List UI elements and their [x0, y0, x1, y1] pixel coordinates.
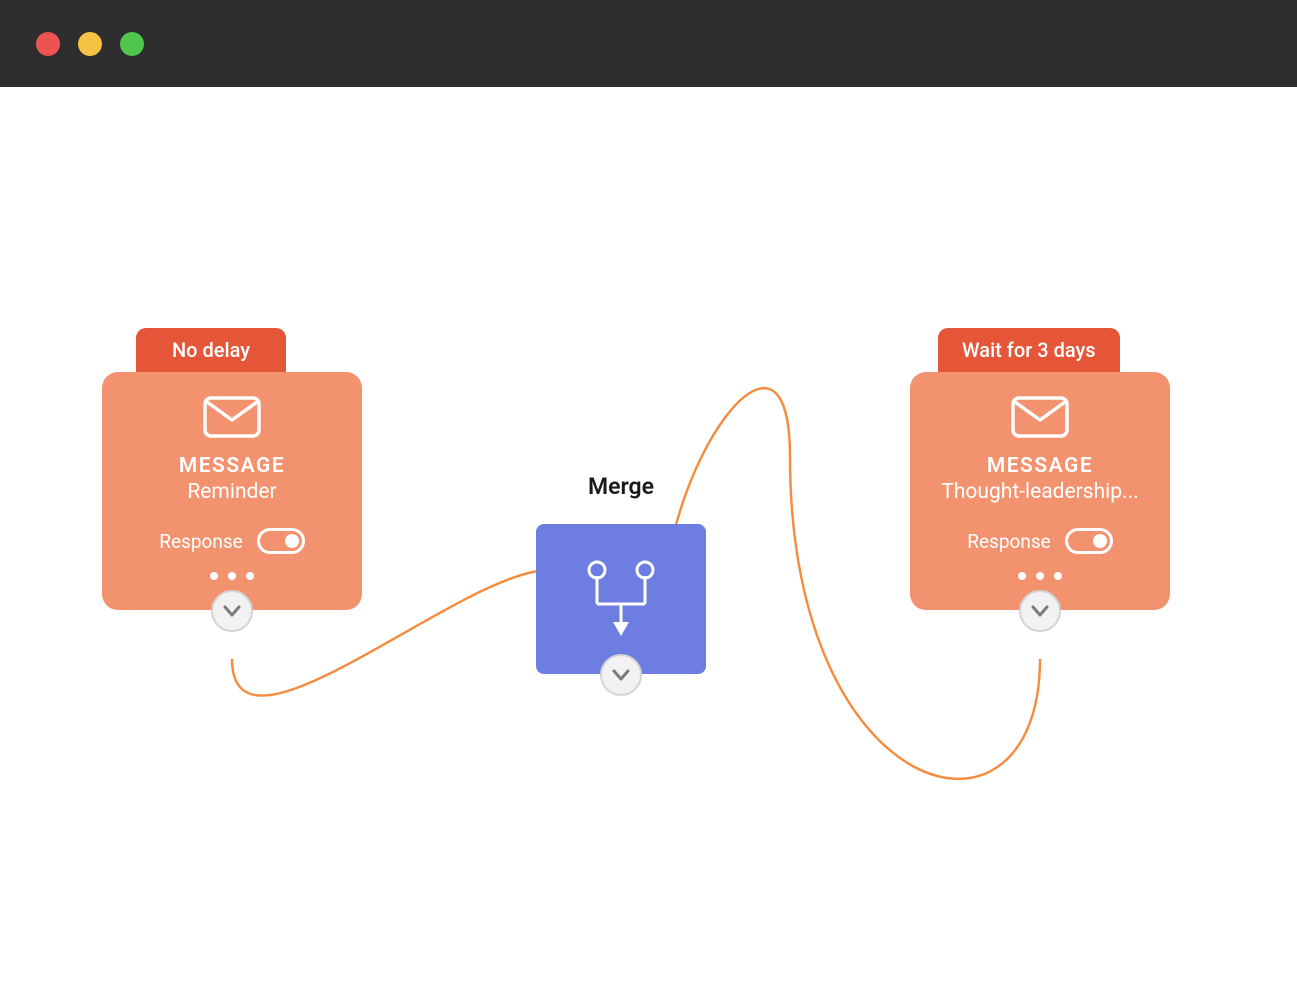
response-toggle[interactable] — [257, 528, 305, 554]
expand-button[interactable] — [1019, 590, 1061, 632]
message-node-body: MESSAGE Thought-leadership... Response — [910, 372, 1170, 610]
delay-tab[interactable]: No delay — [136, 328, 286, 372]
delay-tab[interactable]: Wait for 3 days — [938, 328, 1120, 372]
message-title: Reminder — [102, 480, 362, 504]
more-options-icon[interactable] — [102, 572, 362, 580]
message-type-label: MESSAGE — [910, 454, 1170, 478]
message-type-label: MESSAGE — [102, 454, 362, 478]
window-close-button[interactable] — [36, 32, 60, 56]
merge-node[interactable]: Merge — [536, 473, 706, 674]
message-title: Thought-leadership... — [910, 480, 1170, 504]
response-label: Response — [967, 530, 1050, 553]
response-toggle[interactable] — [1065, 528, 1113, 554]
response-label: Response — [159, 530, 242, 553]
more-options-icon[interactable] — [910, 572, 1170, 580]
message-node-reminder[interactable]: No delay MESSAGE Reminder Response — [102, 372, 362, 610]
expand-button[interactable] — [211, 590, 253, 632]
mail-icon — [1011, 396, 1069, 438]
expand-button[interactable] — [600, 654, 642, 696]
message-node-thought-leadership[interactable]: Wait for 3 days MESSAGE Thought-leadersh… — [910, 372, 1170, 610]
window-titlebar — [0, 0, 1297, 87]
mail-icon — [203, 396, 261, 438]
flow-canvas[interactable]: No delay MESSAGE Reminder Response Wait … — [0, 87, 1297, 1003]
message-node-body: MESSAGE Reminder Response — [102, 372, 362, 610]
merge-icon — [573, 554, 669, 644]
window-minimize-button[interactable] — [78, 32, 102, 56]
window-maximize-button[interactable] — [120, 32, 144, 56]
merge-node-body — [536, 524, 706, 674]
merge-label: Merge — [536, 473, 706, 500]
